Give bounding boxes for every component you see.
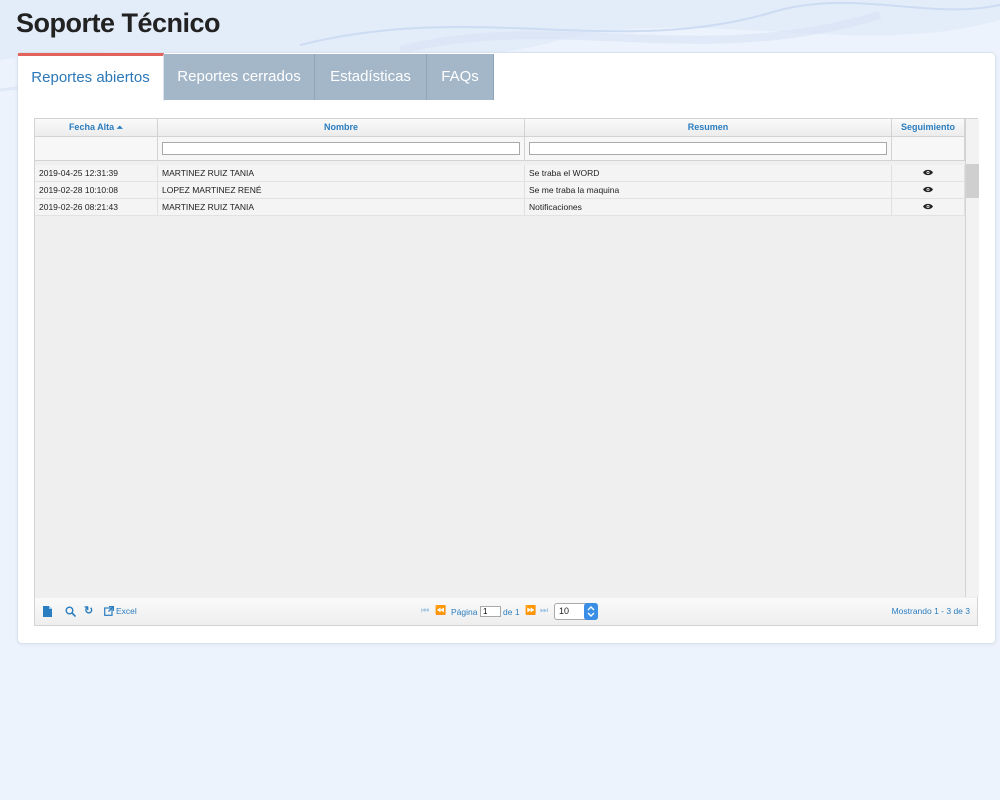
cell-resumen: Se me traba la maquina xyxy=(525,182,892,198)
cell-fecha: 2019-02-26 08:21:43 xyxy=(35,199,158,215)
new-document-icon[interactable] xyxy=(43,606,52,617)
page-title: Soporte Técnico xyxy=(16,8,221,38)
last-page-icon[interactable]: ⏭ xyxy=(540,605,548,616)
column-header-seguimiento[interactable]: Seguimiento xyxy=(892,119,965,136)
table-row[interactable]: 2019-02-26 08:21:43 MARTINEZ RUIZ TANIA … xyxy=(35,199,965,216)
prev-page-icon[interactable]: ⏪ xyxy=(435,605,446,616)
external-link-icon[interactable] xyxy=(104,606,114,616)
column-header-fecha-alta[interactable]: Fecha Alta ⏶ xyxy=(35,119,158,136)
cell-fecha: 2019-02-28 10:10:08 xyxy=(35,182,158,198)
cell-resumen: Notificaciones xyxy=(525,199,892,215)
cell-seguimiento xyxy=(892,182,965,198)
select-arrows-icon xyxy=(584,603,598,620)
tab-estadisticas[interactable]: Estadísticas xyxy=(315,54,427,100)
records-summary: Mostrando 1 - 3 de 3 xyxy=(891,606,970,616)
cell-seguimiento xyxy=(892,199,965,215)
eye-icon[interactable] xyxy=(923,169,933,176)
page-number-input[interactable] xyxy=(480,606,501,617)
cell-resumen: Se traba el WORD xyxy=(525,165,892,181)
filter-resumen-input[interactable] xyxy=(529,142,887,155)
eye-icon[interactable] xyxy=(923,203,933,210)
table-row[interactable]: 2019-04-25 12:31:39 MARTINEZ RUIZ TANIA … xyxy=(35,165,965,182)
first-page-icon[interactable]: ⏮ xyxy=(421,605,429,616)
refresh-icon[interactable]: ↻ xyxy=(84,604,93,617)
table-row[interactable]: 2019-02-28 10:10:08 LOPEZ MARTINEZ RENÉ … xyxy=(35,182,965,199)
tab-reportes-cerrados[interactable]: Reportes cerrados xyxy=(164,54,315,100)
filter-nombre-input[interactable] xyxy=(162,142,520,155)
column-header-resumen[interactable]: Resumen xyxy=(525,119,892,136)
rows-per-page-value: 10 xyxy=(559,606,570,616)
sort-asc-icon: ⏶ xyxy=(116,123,124,132)
filter-cell-resumen xyxy=(525,137,892,160)
filter-cell-fecha xyxy=(35,137,158,160)
main-panel: Reportes abiertos Reportes cerrados Esta… xyxy=(17,52,996,644)
column-header-fecha-label: Fecha Alta xyxy=(68,122,115,132)
filter-row xyxy=(35,137,965,161)
tab-reportes-abiertos[interactable]: Reportes abiertos xyxy=(18,53,164,101)
reports-grid: Fecha Alta ⏶ Nombre Resumen Seguimiento … xyxy=(34,118,979,626)
cell-nombre: LOPEZ MARTINEZ RENÉ xyxy=(158,182,525,198)
grid-header: Fecha Alta ⏶ Nombre Resumen Seguimiento xyxy=(35,119,965,137)
grid-vertical-scrollbar[interactable] xyxy=(965,119,979,597)
scrollbar-thumb[interactable] xyxy=(966,164,979,198)
tab-faqs[interactable]: FAQs xyxy=(427,54,494,100)
rows-per-page-select[interactable]: 10 xyxy=(554,603,598,620)
export-excel-button[interactable]: Excel xyxy=(116,606,137,616)
grid-body: 2019-04-25 12:31:39 MARTINEZ RUIZ TANIA … xyxy=(35,165,965,216)
cell-nombre: MARTINEZ RUIZ TANIA xyxy=(158,199,525,215)
filter-cell-nombre xyxy=(158,137,525,160)
page-total-label: de 1 xyxy=(503,607,520,617)
column-header-nombre[interactable]: Nombre xyxy=(158,119,525,136)
cell-fecha: 2019-04-25 12:31:39 xyxy=(35,165,158,181)
eye-icon[interactable] xyxy=(923,186,933,193)
next-page-icon[interactable]: ⏩ xyxy=(525,605,536,616)
cell-nombre: MARTINEZ RUIZ TANIA xyxy=(158,165,525,181)
search-icon[interactable] xyxy=(65,606,76,617)
cell-seguimiento xyxy=(892,165,965,181)
page-label: Página xyxy=(451,607,478,617)
filter-cell-seguimiento xyxy=(892,137,965,160)
grid-pager: ↻ Excel ⏮ ⏪ Página de 1 ⏩ ⏭ 10 Mostrando… xyxy=(34,598,978,626)
